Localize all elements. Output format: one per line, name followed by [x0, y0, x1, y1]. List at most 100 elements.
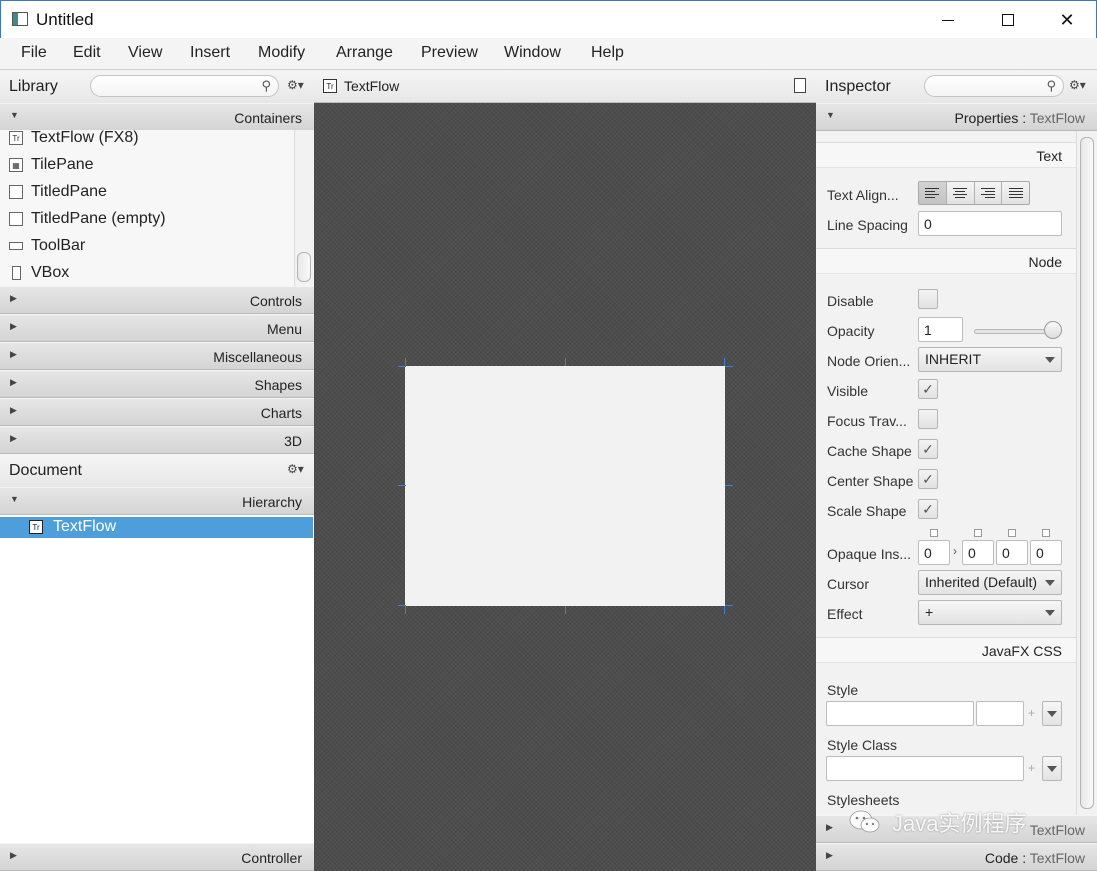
menu-view[interactable]: View	[128, 44, 162, 62]
cache-shape-checkbox[interactable]: ✓	[918, 439, 938, 459]
style-menu-button[interactable]	[1042, 701, 1062, 726]
search-icon: ⚲	[1046, 78, 1056, 93]
accordion-code[interactable]: ▶ Code : TextFlow	[816, 843, 1097, 871]
library-search-input[interactable]: ⚲	[90, 75, 279, 97]
opaque-insets-top-field[interactable]: 0	[918, 540, 950, 565]
maximize-button[interactable]	[979, 1, 1037, 39]
property-label: Cache Shape	[827, 443, 912, 459]
menu-insert[interactable]: Insert	[190, 44, 230, 62]
disable-checkbox[interactable]	[918, 289, 938, 309]
resize-handle[interactable]	[725, 485, 733, 486]
align-justify-button[interactable]	[1002, 182, 1029, 204]
accordion-charts[interactable]: ▶ Charts	[0, 398, 314, 426]
visible-checkbox[interactable]: ✓	[918, 379, 938, 399]
opaque-insets-right-field[interactable]: 0	[962, 540, 994, 565]
opacity-slider-knob[interactable]	[1044, 321, 1062, 339]
property-label: Text Align...	[827, 187, 899, 203]
resize-handle[interactable]	[405, 606, 406, 614]
list-item[interactable]: Tr TextFlow (FX8)	[9, 130, 139, 151]
accordion-properties[interactable]: ▼ Properties : TextFlow	[816, 103, 1097, 131]
document-gear-icon[interactable]: ⚙▾	[287, 462, 304, 476]
add-icon[interactable]: +	[1028, 761, 1035, 775]
cursor-select[interactable]: Inherited (Default)	[918, 570, 1062, 595]
menu-modify[interactable]: Modify	[258, 44, 305, 62]
titledpane-icon	[9, 185, 23, 199]
opaque-insets-left-field[interactable]: 0	[1030, 540, 1062, 565]
dropdown-arrow-icon	[1045, 580, 1055, 586]
align-left-button[interactable]	[919, 182, 947, 204]
dropdown-arrow-icon	[1045, 357, 1055, 363]
text-alignment-toggle[interactable]	[918, 181, 1030, 205]
property-label: Stylesheets	[827, 792, 900, 808]
resize-handle[interactable]	[398, 485, 406, 486]
tree-row-selected[interactable]: Tr TextFlow	[0, 517, 313, 538]
accordion-hierarchy[interactable]: ▼ Hierarchy	[0, 487, 314, 515]
menu-help[interactable]: Help	[591, 44, 624, 62]
resize-handle[interactable]	[398, 366, 406, 367]
resize-handle[interactable]	[405, 358, 406, 366]
opaque-insets-bottom-field[interactable]: 0	[996, 540, 1028, 565]
menu-bar: File Edit View Insert Modify Arrange Pre…	[0, 38, 1097, 70]
accordion-menu[interactable]: ▶ Menu	[0, 314, 314, 342]
minimize-button[interactable]	[919, 1, 977, 39]
resize-handle[interactable]	[565, 606, 566, 614]
menu-edit[interactable]: Edit	[73, 44, 101, 62]
inspector-gear-icon[interactable]: ⚙▾	[1069, 78, 1086, 92]
accordion-label: Charts	[260, 405, 302, 421]
center-shape-checkbox[interactable]: ✓	[918, 469, 938, 489]
library-gear-icon[interactable]: ⚙▾	[287, 78, 304, 92]
style-class-menu-button[interactable]	[1042, 756, 1062, 781]
scrollbar-thumb[interactable]	[297, 252, 311, 282]
list-item[interactable]: ToolBar	[9, 233, 85, 259]
menu-file[interactable]: File	[21, 44, 47, 62]
chevron-right-icon: ▶	[10, 321, 17, 331]
style-class-field[interactable]	[826, 756, 1024, 781]
menu-preview[interactable]: Preview	[421, 44, 478, 62]
align-center-button[interactable]	[947, 182, 975, 204]
resize-handle[interactable]	[725, 605, 733, 606]
resize-handle[interactable]	[565, 358, 566, 366]
focus-traversable-checkbox[interactable]	[918, 409, 938, 429]
style-field[interactable]	[826, 701, 974, 726]
accordion-controller[interactable]: ▶ Controller	[0, 843, 314, 871]
effect-select[interactable]: +	[918, 600, 1062, 625]
menu-arrange[interactable]: Arrange	[336, 44, 393, 62]
scale-shape-checkbox[interactable]: ✓	[918, 499, 938, 519]
wechat-icon	[849, 810, 880, 833]
inspector-search-input[interactable]: ⚲	[924, 75, 1064, 97]
vbox-icon	[12, 266, 21, 280]
inspector-scrollbar[interactable]	[1076, 131, 1097, 815]
align-right-button[interactable]	[975, 182, 1003, 204]
accordion-controls[interactable]: ▶ Controls	[0, 286, 314, 314]
resize-handle[interactable]	[724, 606, 725, 614]
textflow-node[interactable]	[405, 366, 725, 606]
accordion-shapes[interactable]: ▶ Shapes	[0, 370, 314, 398]
list-item[interactable]: TitledPane	[9, 179, 107, 205]
select-value: INHERIT	[925, 351, 981, 367]
textflow-icon: Tr	[29, 520, 43, 534]
library-scrollbar[interactable]	[294, 130, 314, 286]
accordion-3d[interactable]: ▶ 3D	[0, 426, 314, 454]
list-item[interactable]: TitledPane (empty)	[9, 206, 166, 232]
style-value-field[interactable]	[976, 701, 1024, 726]
resize-handle[interactable]	[725, 366, 733, 367]
accordion-containers[interactable]: ▼ Containers	[0, 103, 314, 131]
list-item[interactable]: VBox	[9, 260, 69, 286]
property-label: Center Shape	[827, 473, 914, 489]
close-button[interactable]: ✕	[1038, 1, 1096, 39]
line-spacing-field[interactable]: 0	[918, 211, 1062, 236]
list-item-label: TilePane	[31, 156, 94, 173]
document-icon[interactable]	[794, 78, 806, 93]
node-orientation-select[interactable]: INHERIT	[918, 347, 1062, 372]
document-header: Document ⚙▾	[0, 454, 314, 488]
scrollbar-thumb[interactable]	[1080, 137, 1094, 809]
list-item[interactable]: ▦ TilePane	[9, 152, 94, 178]
resize-handle[interactable]	[724, 358, 725, 366]
link-icon[interactable]: ›	[953, 544, 957, 558]
opacity-field[interactable]: 1	[918, 317, 963, 342]
add-icon[interactable]: +	[1028, 706, 1035, 720]
accordion-label: Controller	[241, 850, 302, 866]
accordion-miscellaneous[interactable]: ▶ Miscellaneous	[0, 342, 314, 370]
property-label: Cursor	[827, 576, 870, 592]
menu-window[interactable]: Window	[504, 44, 561, 62]
